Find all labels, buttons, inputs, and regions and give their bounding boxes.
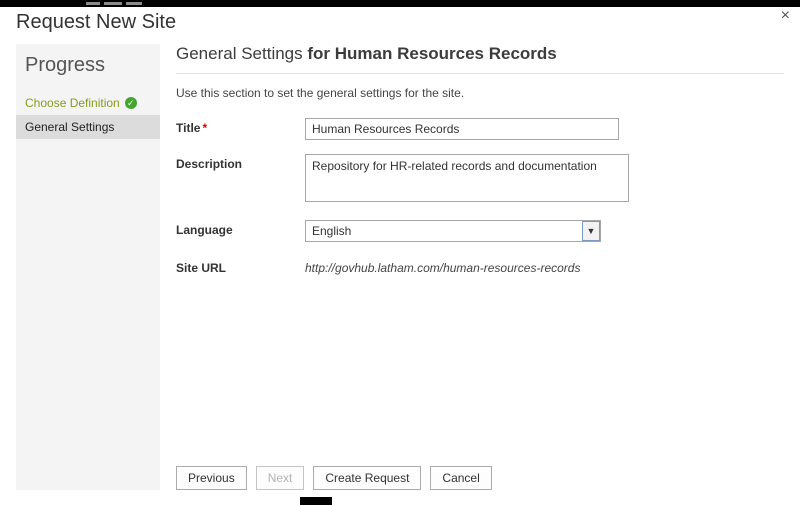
- request-new-site-dialog: Request New Site × Progress Choose Defin…: [0, 0, 800, 505]
- progress-sidebar: Progress Choose Definition ✓ General Set…: [16, 44, 160, 490]
- required-asterisk: *: [202, 121, 207, 135]
- sidebar-step-general-settings[interactable]: General Settings: [16, 115, 160, 139]
- language-label: Language: [176, 220, 305, 237]
- site-url-row: Site URL http://govhub.latham.com/human-…: [176, 258, 784, 275]
- dialog-button-row: Previous Next Create Request Cancel: [176, 466, 492, 490]
- description-input[interactable]: Repository for HR-related records and do…: [305, 154, 629, 202]
- general-settings-panel: General Settings for Human Resources Rec…: [176, 44, 784, 289]
- section-description: Use this section to set the general sett…: [176, 86, 784, 100]
- chrome-text-fragment: [104, 2, 122, 5]
- title-row: Title*: [176, 118, 784, 140]
- description-label: Description: [176, 154, 305, 171]
- description-row: Description Repository for HR-related re…: [176, 154, 784, 202]
- language-row: Language English ▼: [176, 220, 784, 242]
- site-url-label: Site URL: [176, 258, 305, 275]
- background-page-fragment: [300, 497, 332, 505]
- site-url-value: http://govhub.latham.com/human-resources…: [305, 258, 580, 275]
- chevron-down-icon: ▼: [582, 221, 600, 241]
- page-title-prefix: General Settings: [176, 44, 307, 63]
- step-label: General Settings: [25, 120, 114, 134]
- close-icon[interactable]: ×: [781, 8, 790, 24]
- check-icon: ✓: [125, 97, 137, 109]
- sidebar-step-choose-definition[interactable]: Choose Definition ✓: [16, 91, 160, 115]
- step-label: Choose Definition: [25, 96, 120, 110]
- title-label: Title*: [176, 118, 305, 135]
- next-button: Next: [256, 466, 305, 490]
- page-title: General Settings for Human Resources Rec…: [176, 44, 784, 74]
- progress-heading: Progress: [16, 44, 160, 91]
- create-request-button[interactable]: Create Request: [313, 466, 421, 490]
- language-select[interactable]: English ▼: [305, 220, 601, 242]
- previous-button[interactable]: Previous: [176, 466, 247, 490]
- page-title-site-name: for Human Resources Records: [307, 44, 556, 63]
- chrome-text-fragment: [126, 2, 142, 5]
- cancel-button[interactable]: Cancel: [430, 466, 491, 490]
- chrome-text-fragment: [86, 2, 100, 5]
- language-select-value: English: [306, 221, 582, 241]
- dialog-title: Request New Site: [16, 11, 176, 34]
- browser-chrome-bar: [0, 0, 800, 7]
- title-input[interactable]: [305, 118, 619, 140]
